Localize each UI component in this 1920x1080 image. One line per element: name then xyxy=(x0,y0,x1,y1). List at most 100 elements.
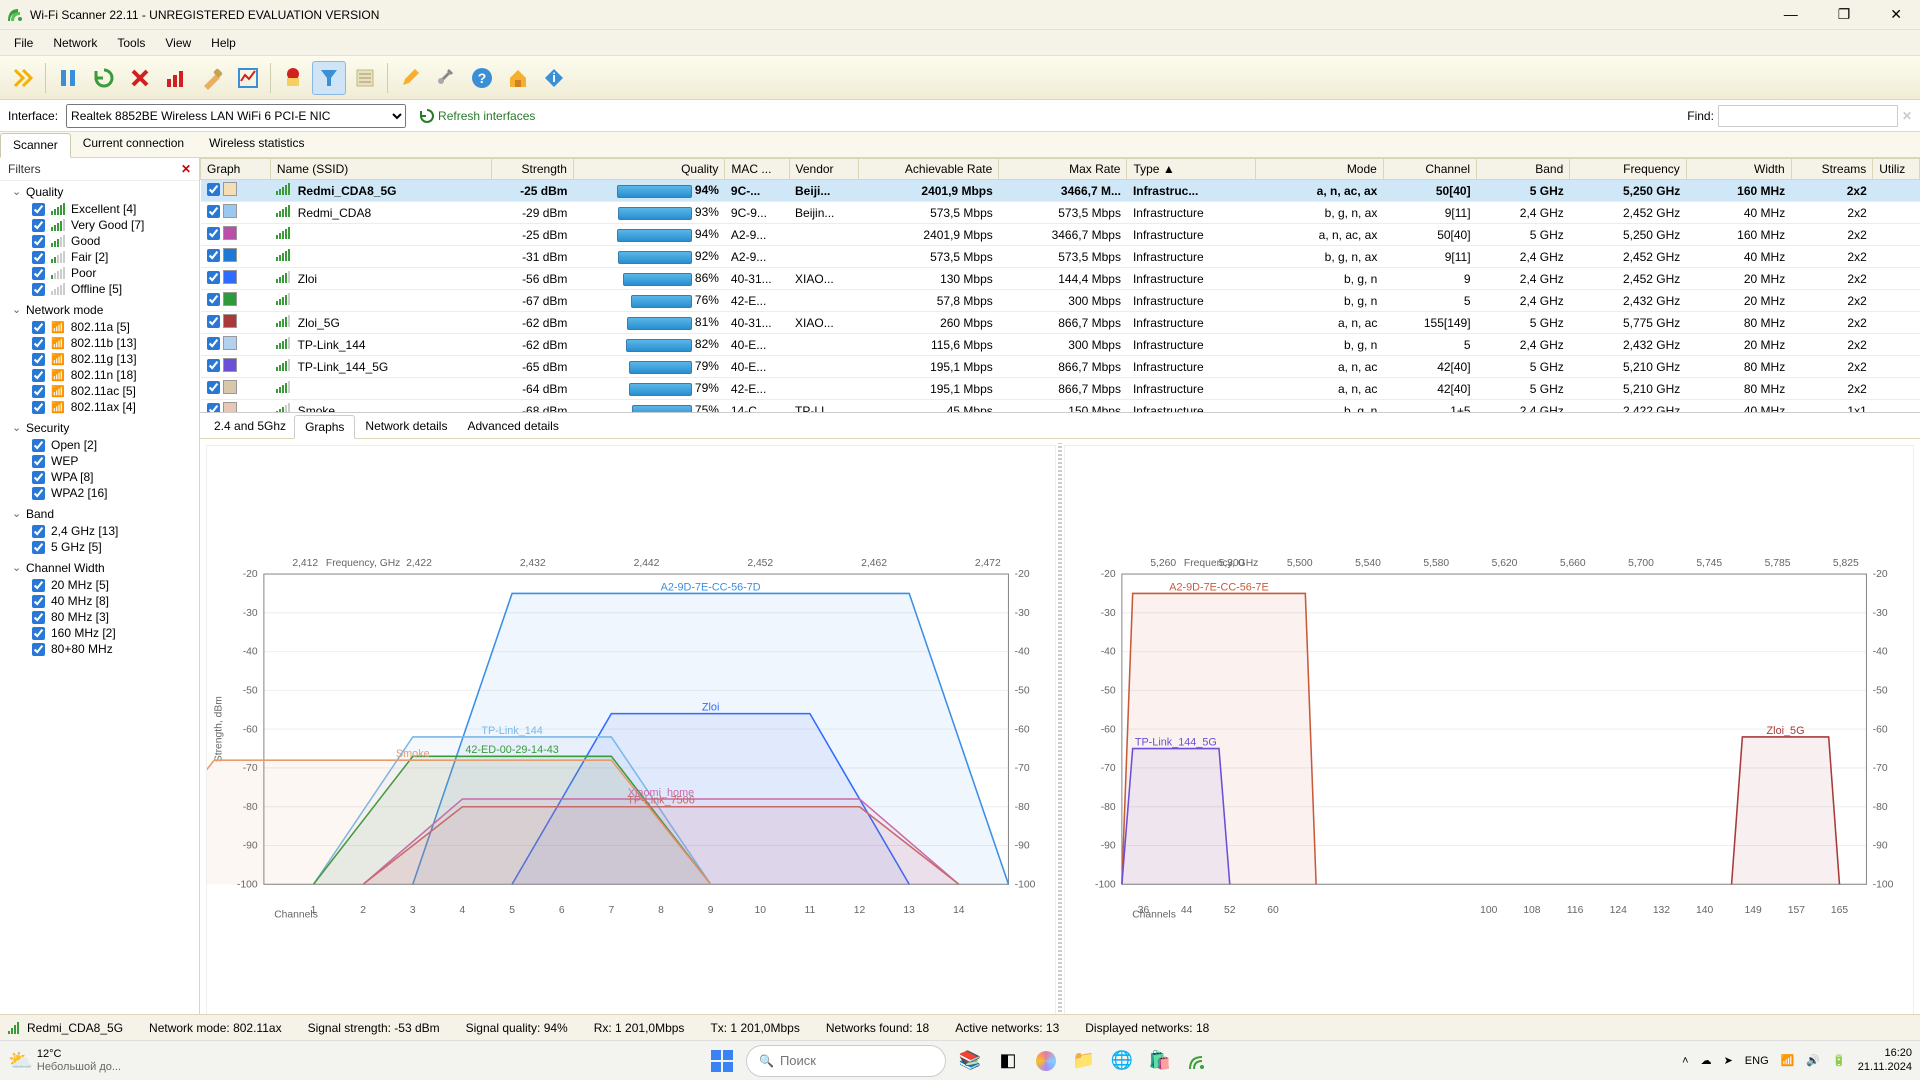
filter-item[interactable]: 📶802.11ac [5] xyxy=(4,383,195,399)
networks-grid[interactable]: GraphName (SSID)StrengthQualityMAC ...Ve… xyxy=(200,158,1920,413)
tray-chevron-icon[interactable]: ˄ xyxy=(1682,1055,1688,1067)
filter-item[interactable]: 5 GHz [5] xyxy=(4,539,195,555)
refresh-button[interactable] xyxy=(87,61,121,95)
store-icon[interactable]: 🛍️ xyxy=(1146,1047,1174,1075)
chart-tab[interactable]: Graphs xyxy=(294,415,355,439)
table-row[interactable]: -31 dBm 92%A2-9...573,5 Mbps573,5 MbpsIn… xyxy=(201,246,1920,268)
filter-item[interactable]: 40 MHz [8] xyxy=(4,593,195,609)
col-header[interactable]: Frequency xyxy=(1570,159,1687,180)
wifi-scanner-taskbar-icon[interactable] xyxy=(1184,1047,1212,1075)
tab-scanner[interactable]: Scanner xyxy=(0,133,71,158)
scan-button[interactable] xyxy=(6,61,40,95)
stats-button[interactable] xyxy=(159,61,193,95)
col-header[interactable]: Achievable Rate xyxy=(859,159,999,180)
clear-button[interactable] xyxy=(195,61,229,95)
filter-item[interactable]: 📶802.11ax [4] xyxy=(4,399,195,415)
filter-item[interactable]: 80 MHz [3] xyxy=(4,609,195,625)
taskbar-app-1[interactable]: 📚 xyxy=(956,1047,984,1075)
col-header[interactable]: Utiliz xyxy=(1873,159,1920,180)
filter-group-band[interactable]: Band xyxy=(4,505,195,523)
filter-item[interactable]: 📶802.11g [13] xyxy=(4,351,195,367)
table-row[interactable]: Zloi-56 dBm 86%40-31...XIAO...130 Mbps14… xyxy=(201,268,1920,290)
menu-help[interactable]: Help xyxy=(203,33,244,53)
chart-tab[interactable]: Advanced details xyxy=(457,415,568,437)
interface-select[interactable]: Realtek 8852BE Wireless LAN WiFi 6 PCI-E… xyxy=(66,104,406,128)
filter-item[interactable]: 20 MHz [5] xyxy=(4,577,195,593)
tray-lang[interactable]: ENG xyxy=(1745,1055,1769,1067)
find-input[interactable] xyxy=(1718,105,1898,127)
col-header[interactable]: Type ▲ xyxy=(1127,159,1255,180)
copilot-icon[interactable] xyxy=(1032,1047,1060,1075)
help-button[interactable]: ? xyxy=(465,61,499,95)
table-row[interactable]: Redmi_CDA8-29 dBm 93%9C-9...Beijin...573… xyxy=(201,202,1920,224)
minimize-button[interactable]: — xyxy=(1774,2,1808,27)
table-row[interactable]: -67 dBm 76%42-E...57,8 Mbps300 MbpsInfra… xyxy=(201,290,1920,312)
table-row[interactable]: TP-Link_144_5G-65 dBm 79%40-E...195,1 Mb… xyxy=(201,356,1920,378)
menu-tools[interactable]: Tools xyxy=(109,33,153,53)
col-header[interactable]: Width xyxy=(1686,159,1791,180)
weather-icon[interactable]: ⛅ xyxy=(8,1048,33,1073)
filter-item[interactable]: Poor xyxy=(4,265,195,281)
filter-item[interactable]: Fair [2] xyxy=(4,249,195,265)
pause-button[interactable] xyxy=(51,61,85,95)
filter-item[interactable]: Open [2] xyxy=(4,437,195,453)
edge-icon[interactable]: 🌐 xyxy=(1108,1047,1136,1075)
chart-splitter[interactable] xyxy=(1058,443,1062,1036)
chart-tab[interactable]: Network details xyxy=(355,415,457,437)
filter-item[interactable]: Good xyxy=(4,233,195,249)
tray-wifi-icon[interactable]: 📶 xyxy=(1781,1054,1795,1067)
tab-current-connection[interactable]: Current connection xyxy=(71,132,197,157)
taskbar-search-input[interactable] xyxy=(780,1053,920,1068)
maximize-button[interactable]: ❐ xyxy=(1828,2,1861,27)
col-header[interactable]: Mode xyxy=(1255,159,1383,180)
filter-item[interactable]: 📶802.11n [18] xyxy=(4,367,195,383)
table-row[interactable]: -25 dBm 94%A2-9...2401,9 Mbps3466,7 Mbps… xyxy=(201,224,1920,246)
settings-button[interactable] xyxy=(429,61,463,95)
find-clear-icon[interactable]: ✕ xyxy=(1902,109,1912,123)
filter-item[interactable]: Very Good [7] xyxy=(4,217,195,233)
filter-group-quality[interactable]: Quality xyxy=(4,183,195,201)
refresh-interfaces-link[interactable]: Refresh interfaces xyxy=(420,109,535,123)
filter-item[interactable]: 2,4 GHz [13] xyxy=(4,523,195,539)
filter-group-network-mode[interactable]: Network mode xyxy=(4,301,195,319)
delete-button[interactable] xyxy=(123,61,157,95)
tray-location-icon[interactable]: ➤ xyxy=(1724,1054,1733,1067)
tray-onedrive-icon[interactable]: ☁ xyxy=(1701,1054,1712,1067)
tray-battery-icon[interactable]: 🔋 xyxy=(1832,1054,1846,1067)
col-header[interactable]: Max Rate xyxy=(999,159,1127,180)
col-header[interactable]: Name (SSID) xyxy=(270,159,491,180)
edit-button[interactable] xyxy=(393,61,427,95)
home-button[interactable] xyxy=(501,61,535,95)
filter-item[interactable]: Offline [5] xyxy=(4,281,195,297)
start-button[interactable] xyxy=(708,1047,736,1075)
col-header[interactable]: Quality xyxy=(573,159,725,180)
filter-group-security[interactable]: Security xyxy=(4,419,195,437)
filter-item[interactable]: WEP xyxy=(4,453,195,469)
filter-group-channel-width[interactable]: Channel Width xyxy=(4,559,195,577)
alert-button[interactable] xyxy=(276,61,310,95)
filter-item[interactable]: 📶802.11b [13] xyxy=(4,335,195,351)
chart-button[interactable] xyxy=(231,61,265,95)
col-header[interactable]: Channel xyxy=(1383,159,1476,180)
filter-item[interactable]: 📶802.11a [5] xyxy=(4,319,195,335)
taskbar-search[interactable]: 🔍 xyxy=(746,1045,946,1077)
menu-file[interactable]: File xyxy=(6,33,41,53)
col-header[interactable]: Band xyxy=(1477,159,1570,180)
filter-item[interactable]: Excellent [4] xyxy=(4,201,195,217)
tab-wireless-statistics[interactable]: Wireless statistics xyxy=(197,132,317,157)
filter-item[interactable]: WPA2 [16] xyxy=(4,485,195,501)
table-row[interactable]: Redmi_CDA8_5G-25 dBm 94%9C-...Beiji...24… xyxy=(201,180,1920,202)
tray-clock[interactable]: 16:20 21.11.2024 xyxy=(1858,1047,1912,1073)
menu-view[interactable]: View xyxy=(157,33,199,53)
tray-volume-icon[interactable]: 🔊 xyxy=(1806,1054,1820,1067)
task-view-icon[interactable]: ◧ xyxy=(994,1047,1022,1075)
info-button[interactable]: i xyxy=(537,61,571,95)
menu-network[interactable]: Network xyxy=(45,33,105,53)
col-header[interactable]: Strength xyxy=(492,159,574,180)
col-header[interactable]: Graph xyxy=(201,159,271,180)
filter-item[interactable]: WPA [8] xyxy=(4,469,195,485)
col-header[interactable]: Streams xyxy=(1791,159,1873,180)
filters-close-icon[interactable]: ✕ xyxy=(181,162,191,176)
explorer-icon[interactable]: 📁 xyxy=(1070,1047,1098,1075)
filter-item[interactable]: 160 MHz [2] xyxy=(4,625,195,641)
